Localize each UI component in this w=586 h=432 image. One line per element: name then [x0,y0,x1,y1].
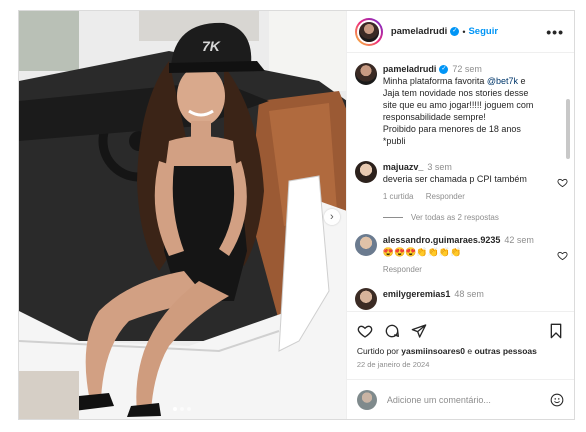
post-actions: Curtido por yasmiinsoares0 e outras pess… [346,311,574,369]
svg-text:7K: 7K [202,38,221,54]
caption-avatar[interactable] [354,63,377,85]
current-user-avatar [356,389,377,410]
carousel-dot [180,407,185,411]
comment-username[interactable]: majuazv_ [383,162,424,172]
view-replies-label: Ver todas as 2 respostas [410,213,499,222]
carousel-dot [173,407,178,411]
comment-item: majuazv_ 3 sem deveria ser chamada p CPI … [354,161,568,203]
comment-avatar[interactable] [354,234,377,256]
author-avatar[interactable] [354,17,383,46]
reply-button[interactable]: Responder [426,192,465,201]
comment-bubble-icon[interactable] [384,323,400,339]
verified-badge-icon: ✓ [450,27,460,36]
post-date: 22 de janeiro de 2024 [356,360,430,369]
comment-item: alessandro.guimaraes.9235 42 sem 😍😍😍👏👏👏👏 … [354,234,568,276]
like-heart-icon[interactable] [357,323,373,339]
comment-avatar[interactable] [354,288,377,310]
caption-text-before: Minha plataforma favorita [382,76,487,86]
more-options-button[interactable]: ••• [546,25,564,39]
add-comment-input[interactable] [386,394,550,405]
liked-by-text: Curtido por yasmiinsoares0 e outras pess… [357,346,564,356]
comment-likes[interactable]: 1 curtida [383,192,414,201]
comment-meta: 1 curtida Responder [383,191,544,203]
next-photo-button[interactable]: › [323,209,340,225]
comment-text: 😍😍😍👏👏👏👏 [382,247,462,257]
comment-text: deveria ser chamada p CPI também [382,174,527,184]
author-username[interactable]: pameladrudi [391,26,448,37]
share-send-icon[interactable] [411,323,427,339]
instagram-post: 7K › pameladrudi ✓ • Seguir ••• pameladr… [18,10,575,420]
save-bookmark-icon[interactable] [548,323,564,339]
comment-username[interactable]: alessandro.guimaraes.9235 [383,235,501,245]
carousel-dot [187,407,192,411]
follow-button[interactable]: Seguir [468,26,498,37]
caption-username[interactable]: pameladrudi [383,64,437,74]
post-header: pameladrudi ✓ • Seguir ••• [346,11,574,53]
view-replies-button[interactable]: Ver todas as 2 respostas [382,213,544,222]
comment-username[interactable]: emilygeremias1 [383,289,451,299]
comment-avatar[interactable] [354,161,377,183]
emoji-picker-icon[interactable] [550,393,564,407]
add-comment-bar [346,379,574,419]
comment-time: 3 sem [427,162,452,172]
liked-by-others-link[interactable]: outras pessoas [474,346,536,356]
chevron-right-icon: › [329,211,334,223]
comment-time: 42 sem [504,235,534,245]
like-comment-heart-icon[interactable] [557,177,568,188]
separator: • [462,26,466,37]
post-photo[interactable]: 7K › [19,11,346,419]
verified-badge-icon: ✓ [439,65,449,75]
caption-line-2: Proibido para menores de 18 anos [382,124,521,134]
comment-meta: Responder [383,264,544,276]
caption: pameladrudi ✓ 72 sem Minha plataforma favo… [354,63,544,147]
comment-item: emilygeremias1 48 sem [354,288,544,310]
caption-line-3: *publi [382,136,406,146]
comment-time: 48 sem [454,289,484,299]
caption-mention-link[interactable]: @bet7k [487,76,518,86]
carousel-dots [173,407,192,411]
action-icons [357,320,564,342]
liked-by-prefix: Curtido por [356,346,402,356]
comments-scrollbar[interactable] [566,99,570,159]
post-side-panel: pameladrudi ✓ • Seguir ••• pameladrudi ✓ 7… [345,11,574,419]
reply-button[interactable]: Responder [383,265,422,274]
post-image: 7K [19,11,346,419]
comments-list[interactable]: pameladrudi ✓ 72 sem Minha plataforma favo… [347,53,574,311]
caption-time: 72 sem [452,64,482,74]
like-comment-heart-icon[interactable] [557,250,568,261]
liked-by-user-link[interactable]: yasmiinsoares0 [401,346,465,356]
